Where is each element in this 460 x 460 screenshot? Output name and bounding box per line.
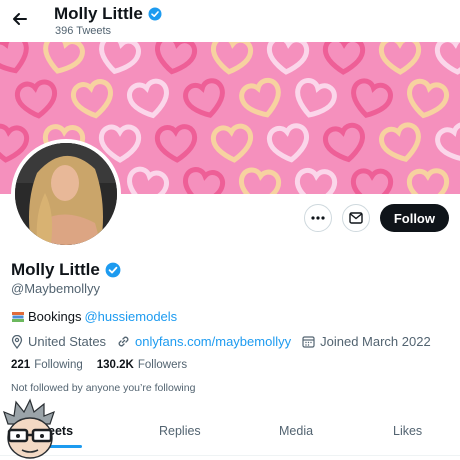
location-pin-icon <box>11 334 23 349</box>
banner-heart <box>155 42 197 75</box>
banner-heart <box>71 79 113 119</box>
join-date-text: Joined March 2022 <box>320 334 431 349</box>
banner-heart <box>14 79 57 119</box>
calendar-icon <box>302 336 315 348</box>
follow-stats: 221 Following 130.2K Followers <box>11 359 187 371</box>
banner-heart <box>322 42 366 75</box>
banner-heart <box>407 78 449 119</box>
banner-heart <box>211 42 254 75</box>
profile-actions: Follow <box>303 204 449 232</box>
location-text: United States <box>28 334 107 349</box>
verified-badge-icon <box>148 7 162 21</box>
header-name: Molly Little <box>54 4 143 23</box>
banner-heart <box>350 168 394 194</box>
banner-heart <box>183 78 225 118</box>
banner-heart <box>154 124 198 163</box>
mail-icon <box>349 212 363 224</box>
banner-heart <box>0 123 30 163</box>
profile-name: Molly Little <box>11 260 121 280</box>
display-name: Molly Little <box>11 260 100 279</box>
banner-heart <box>295 78 337 118</box>
follow-button[interactable]: Follow <box>379 204 449 232</box>
avatar[interactable] <box>11 139 121 249</box>
banner-heart <box>43 42 85 74</box>
banner-heart <box>435 122 460 162</box>
banner-heart <box>239 77 281 118</box>
tab-likes[interactable]: Likes <box>393 424 422 438</box>
banner-heart <box>351 78 393 118</box>
following-stat[interactable]: 221 Following <box>11 359 83 371</box>
banner-heart <box>183 167 225 194</box>
banner-heart <box>294 167 338 194</box>
followers-stat[interactable]: 130.2K Followers <box>97 359 187 371</box>
banner-heart <box>378 42 422 75</box>
back-arrow-icon[interactable] <box>10 9 30 29</box>
followers-label: Followers <box>137 359 188 371</box>
tab-replies[interactable]: Replies <box>159 424 201 438</box>
following-count: 221 <box>11 359 31 371</box>
profile-handle: @Maybemollyy <box>11 281 101 296</box>
more-options-button[interactable] <box>303 204 332 232</box>
banner-heart <box>434 42 460 75</box>
following-label: Following <box>34 359 83 371</box>
banner-heart <box>406 168 450 194</box>
tab-media[interactable]: Media <box>279 424 313 438</box>
banner-heart <box>266 123 309 163</box>
website: onlyfans.com/maybemollyy <box>117 334 291 349</box>
followed-by-text: Not followed by anyone you’re following <box>11 382 196 394</box>
followers-count: 130.2K <box>96 359 134 371</box>
bio-mention-link[interactable]: @hussiemodels <box>84 309 177 324</box>
banner-heart <box>323 122 365 163</box>
mascot-logo <box>3 398 55 459</box>
top-bar: Molly Little 396 Tweets <box>0 0 460 42</box>
join-date: Joined March 2022 <box>302 334 431 349</box>
message-button[interactable] <box>341 204 370 232</box>
banner-heart <box>127 78 169 119</box>
banner-heart <box>239 167 282 194</box>
location: United States <box>11 334 106 349</box>
tweet-count: 396 Tweets <box>55 25 112 37</box>
banner-heart <box>267 42 310 75</box>
link-icon <box>118 336 129 347</box>
banner-heart <box>127 166 169 194</box>
more-icon <box>311 216 325 220</box>
banner-heart <box>379 122 421 162</box>
banner-heart <box>99 42 141 75</box>
bio-text: Bookings <box>28 309 82 324</box>
header-title: Molly Little <box>54 4 162 24</box>
books-icon <box>12 311 24 322</box>
verified-badge-icon <box>105 262 121 278</box>
banner-heart <box>0 42 29 74</box>
banner-heart <box>210 123 253 163</box>
website-link[interactable]: onlyfans.com/maybemollyy <box>135 334 291 349</box>
profile-tabs: eets Replies Media Likes <box>0 418 460 456</box>
profile-meta: United States onlyfans.com/maybemollyy J… <box>11 334 442 349</box>
banner-heart <box>98 124 142 163</box>
profile-bio: Bookings @hussiemodels <box>11 309 177 324</box>
